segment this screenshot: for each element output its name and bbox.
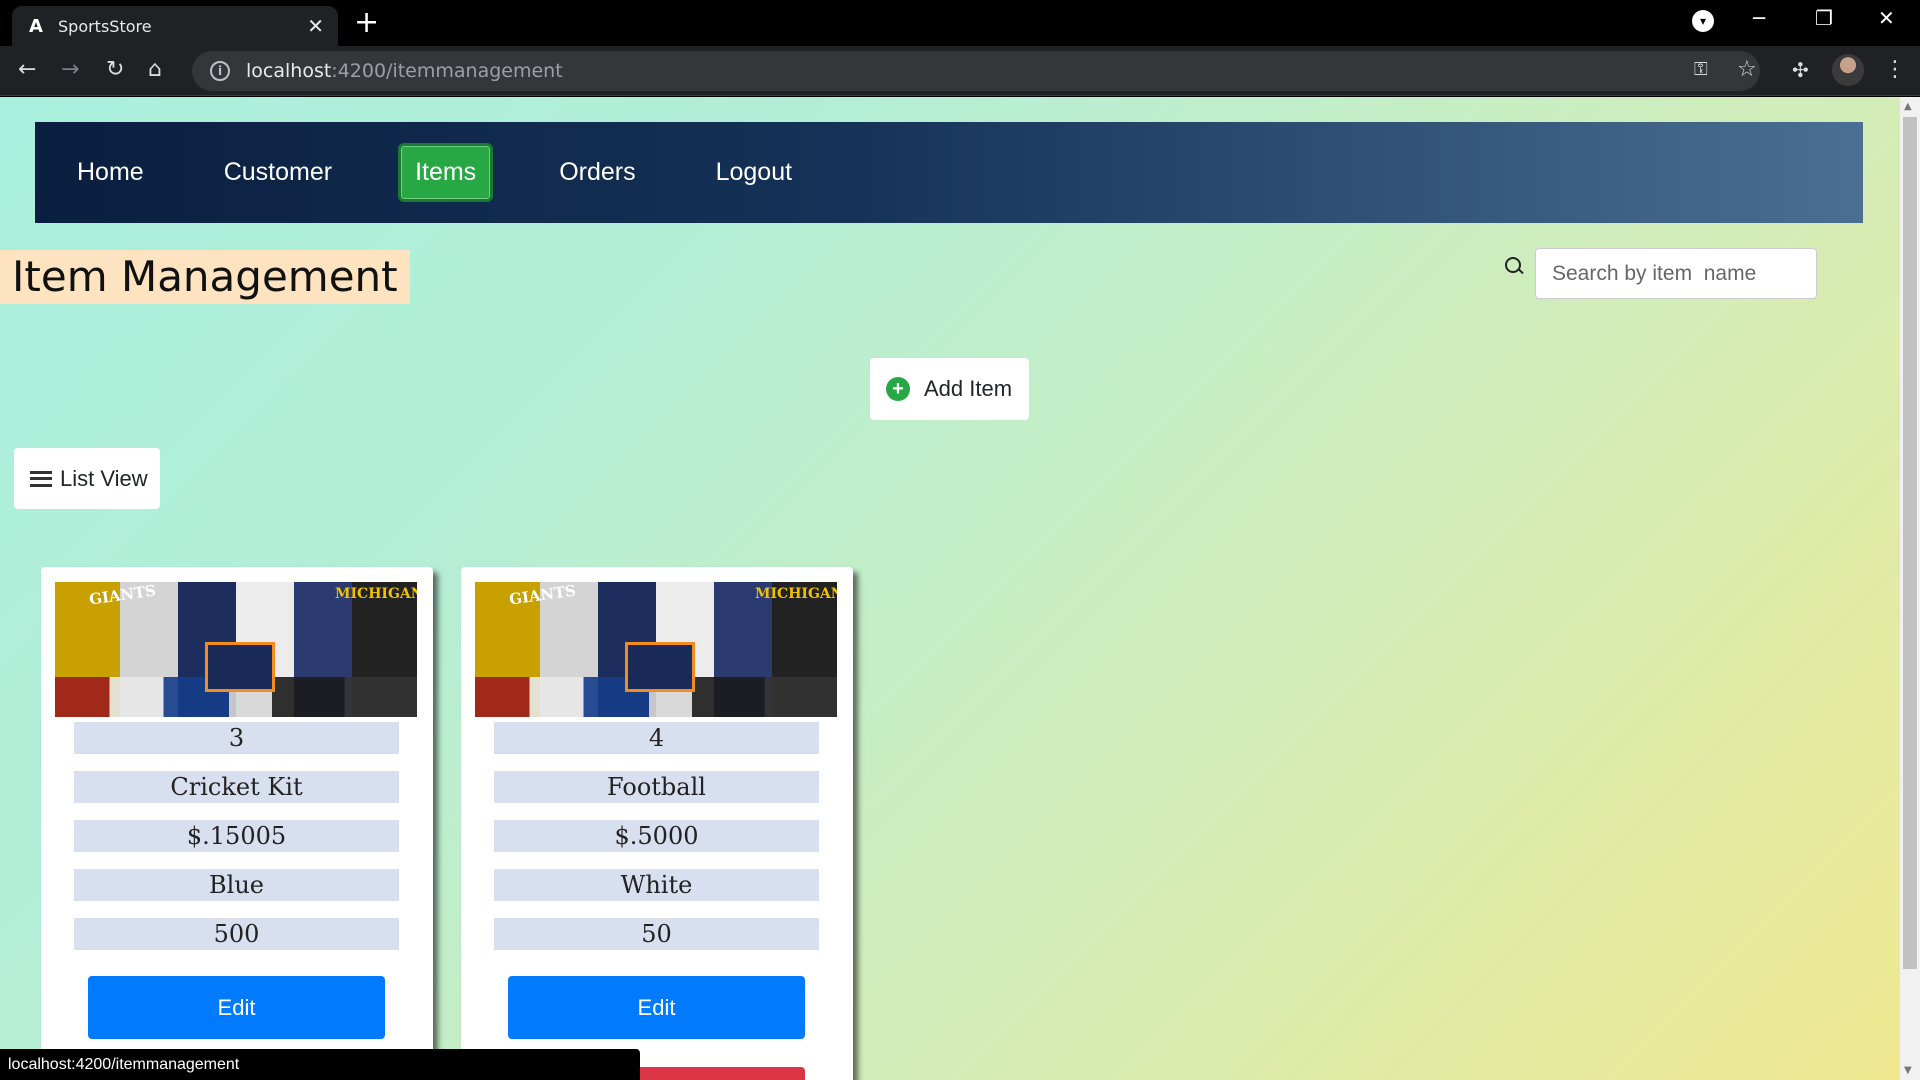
browser-tab-bar: A SportsStore ✕ + ▾ ─ ❐ ✕ bbox=[0, 0, 1920, 46]
item-name: Cricket Kit bbox=[74, 771, 399, 803]
url-path: :4200/itemmanagement bbox=[331, 60, 563, 82]
star-icon[interactable]: ☆ bbox=[1737, 56, 1757, 84]
item-image: GIANTS MICHIGAN bbox=[55, 582, 417, 717]
list-icon bbox=[30, 470, 52, 487]
nav-orders[interactable]: Orders bbox=[545, 146, 649, 199]
window-close-icon[interactable]: ✕ bbox=[1878, 6, 1895, 30]
item-color: White bbox=[494, 869, 819, 901]
item-image-text: GIANTS bbox=[508, 582, 578, 609]
forward-icon[interactable]: → bbox=[61, 56, 79, 84]
address-bar[interactable]: i localhost:4200/itemmanagement bbox=[192, 51, 1760, 91]
tab-close-icon[interactable]: ✕ bbox=[307, 14, 324, 38]
item-card: GIANTS MICHIGAN 4 Football $.5000 White … bbox=[461, 567, 853, 1080]
browser-toolbar: ← → ↻ ⌂ i localhost:4200/itemmanagement … bbox=[0, 46, 1920, 96]
page-scrollbar[interactable]: ▲ ▼ bbox=[1900, 97, 1920, 1080]
item-image: GIANTS MICHIGAN bbox=[475, 582, 837, 717]
minimize-icon[interactable]: ─ bbox=[1753, 6, 1765, 30]
item-image-text: MICHIGAN bbox=[755, 586, 837, 602]
item-color: Blue bbox=[74, 869, 399, 901]
plus-circle-icon: + bbox=[886, 377, 910, 401]
reload-icon[interactable]: ↻ bbox=[106, 56, 124, 84]
page-viewport: Home Customer Items Orders Logout Item M… bbox=[0, 97, 1900, 1080]
page-title: Item Management bbox=[0, 250, 410, 304]
scrollbar-thumb[interactable] bbox=[1903, 117, 1917, 969]
item-card: GIANTS MICHIGAN 3 Cricket Kit $.15005 Bl… bbox=[41, 567, 433, 1080]
browser-tab[interactable]: A SportsStore ✕ bbox=[12, 6, 338, 46]
search-icon bbox=[1505, 257, 1523, 275]
menu-icon[interactable]: ⋮ bbox=[1884, 56, 1906, 84]
new-tab-button[interactable]: + bbox=[354, 8, 379, 38]
nav-items[interactable]: Items bbox=[398, 143, 494, 202]
back-icon[interactable]: ← bbox=[18, 56, 36, 84]
list-view-label: List View bbox=[60, 465, 148, 491]
list-view-button[interactable]: List View bbox=[14, 448, 160, 509]
item-image-text: MICHIGAN bbox=[335, 586, 417, 602]
edit-button[interactable]: Edit bbox=[508, 976, 805, 1039]
nav-logout[interactable]: Logout bbox=[702, 146, 806, 199]
home-icon[interactable]: ⌂ bbox=[148, 56, 162, 84]
profile-avatar[interactable] bbox=[1832, 54, 1864, 86]
nav-customer[interactable]: Customer bbox=[210, 146, 346, 199]
info-icon[interactable]: i bbox=[210, 61, 230, 81]
tab-title: SportsStore bbox=[58, 16, 152, 36]
item-price: $.15005 bbox=[74, 820, 399, 852]
navbar: Home Customer Items Orders Logout bbox=[35, 122, 1863, 223]
status-bar-url: localhost:4200/itemmanagement bbox=[0, 1049, 640, 1080]
item-quantity: 500 bbox=[74, 918, 399, 950]
item-id: 3 bbox=[74, 722, 399, 754]
restore-icon[interactable]: ❐ bbox=[1815, 6, 1833, 30]
edit-button[interactable]: Edit bbox=[88, 976, 385, 1039]
url-host: localhost bbox=[246, 60, 332, 82]
item-quantity: 50 bbox=[494, 918, 819, 950]
add-item-label: Add Item bbox=[924, 376, 1013, 401]
add-item-button[interactable]: + Add Item bbox=[870, 358, 1029, 420]
item-name: Football bbox=[494, 771, 819, 803]
scroll-down-icon[interactable]: ▼ bbox=[1904, 1065, 1912, 1076]
item-id: 4 bbox=[494, 722, 819, 754]
search-input[interactable] bbox=[1535, 248, 1817, 299]
nav-home[interactable]: Home bbox=[63, 146, 158, 199]
item-image-text: GIANTS bbox=[88, 582, 158, 609]
tab-search-icon[interactable]: ▾ bbox=[1692, 10, 1714, 32]
item-price: $.5000 bbox=[494, 820, 819, 852]
key-icon[interactable]: ⚿ bbox=[1694, 56, 1708, 84]
angular-favicon-icon: A bbox=[29, 15, 43, 37]
extensions-icon[interactable]: ✣ bbox=[1792, 56, 1809, 84]
scroll-up-icon[interactable]: ▲ bbox=[1904, 101, 1912, 112]
